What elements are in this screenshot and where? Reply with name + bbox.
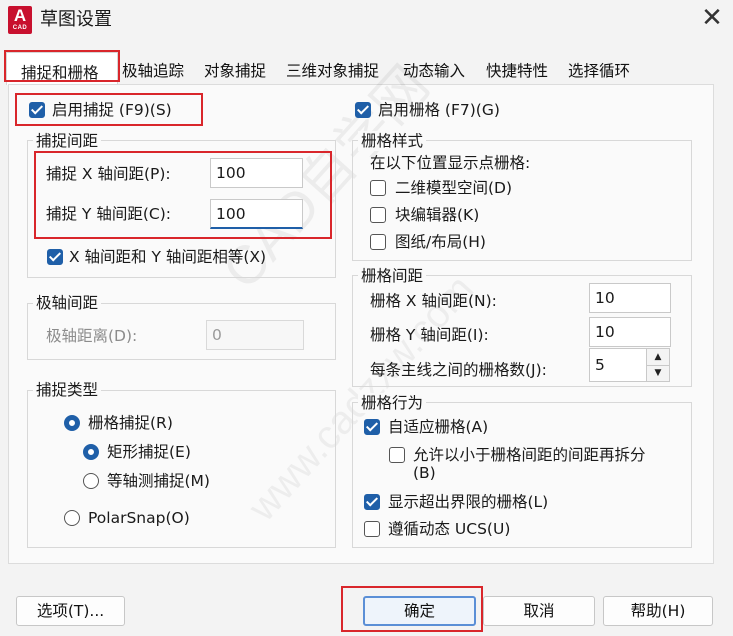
app-icon-letter: A: [13, 6, 27, 25]
grid-style-title: 栅格样式: [358, 131, 427, 151]
polar-spacing-title: 极轴间距: [33, 293, 102, 313]
grid-spacing-title: 栅格间距: [358, 266, 427, 286]
spinner-down-icon[interactable]: ▼: [647, 365, 669, 381]
enable-snap-highlight: [15, 93, 203, 126]
isometric-snap-radio[interactable]: [83, 473, 99, 489]
spinner-up-icon[interactable]: ▲: [647, 349, 669, 366]
tab-quick-properties[interactable]: 快捷特性: [486, 58, 548, 84]
subdivide-label: 允许以小于栅格间距的间距再拆分: [413, 446, 646, 464]
grid-behavior-title: 栅格行为: [358, 393, 427, 413]
tab-polar-tracking[interactable]: 极轴追踪: [122, 58, 184, 84]
major-line-spinner[interactable]: ▲ ▼: [646, 348, 670, 382]
ok-button-highlight: [341, 586, 483, 632]
follow-ucs-label: 遵循动态 UCS(U): [388, 520, 511, 538]
grid-style-description: 在以下位置显示点栅格:: [370, 154, 531, 172]
sheet-layout-label: 图纸/布局(H): [395, 233, 486, 251]
major-line-label: 每条主线之间的栅格数(J):: [370, 361, 547, 379]
enable-grid-label: 启用栅格 (F7)(G): [378, 101, 500, 119]
sheet-layout-checkbox[interactable]: [370, 234, 386, 250]
dialog-title: 草图设置: [40, 9, 112, 30]
subdivide-checkbox[interactable]: [389, 447, 405, 463]
options-button[interactable]: 选项(T)...: [16, 596, 125, 626]
snap-spacing-highlight: [34, 151, 332, 239]
grid-y-label: 栅格 Y 轴间距(I):: [370, 326, 489, 344]
polarsnap-label: PolarSnap(O): [88, 509, 190, 527]
grid-x-input[interactable]: 10: [589, 283, 671, 313]
app-icon-sub: CAD: [12, 25, 28, 31]
grid-x-label: 栅格 X 轴间距(N):: [370, 292, 497, 310]
block-editor-label: 块编辑器(K): [395, 206, 480, 224]
snap-type-title: 捕捉类型: [33, 380, 102, 400]
subdivide-label-hotkey: (B): [413, 464, 436, 482]
equal-spacing-label: X 轴间距和 Y 轴间距相等(X): [69, 248, 267, 266]
close-icon[interactable]: ✕: [698, 4, 726, 32]
adaptive-grid-label: 自适应栅格(A): [388, 418, 489, 436]
beyond-limits-label: 显示超出界限的栅格(L): [388, 493, 549, 511]
help-button[interactable]: 帮助(H): [603, 596, 713, 626]
model-space-checkbox[interactable]: [370, 180, 386, 196]
grid-snap-radio[interactable]: [64, 415, 80, 431]
equal-spacing-checkbox[interactable]: [47, 249, 63, 265]
polar-distance-input[interactable]: 0: [206, 320, 304, 350]
beyond-limits-checkbox[interactable]: [364, 494, 380, 510]
model-space-label: 二维模型空间(D): [395, 179, 513, 197]
autocad-app-icon: A CAD: [8, 6, 32, 34]
tab-selection-cycling[interactable]: 选择循环: [568, 58, 630, 84]
tab-highlight-box: [4, 50, 120, 82]
grid-snap-label: 栅格捕捉(R): [88, 414, 173, 432]
rectangular-snap-label: 矩形捕捉(E): [107, 443, 191, 461]
snap-spacing-title: 捕捉间距: [33, 131, 102, 151]
polar-distance-label: 极轴距离(D):: [46, 327, 138, 345]
polarsnap-radio[interactable]: [64, 510, 80, 526]
major-line-input[interactable]: 5: [589, 348, 647, 382]
block-editor-checkbox[interactable]: [370, 207, 386, 223]
tab-object-snap[interactable]: 对象捕捉: [204, 58, 266, 84]
follow-ucs-checkbox[interactable]: [364, 521, 380, 537]
rectangular-snap-radio[interactable]: [83, 444, 99, 460]
adaptive-grid-checkbox[interactable]: [364, 419, 380, 435]
isometric-snap-label: 等轴测捕捉(M): [107, 472, 210, 490]
cancel-button[interactable]: 取消: [483, 596, 595, 626]
enable-grid-checkbox[interactable]: [355, 102, 371, 118]
grid-y-input[interactable]: 10: [589, 317, 671, 347]
